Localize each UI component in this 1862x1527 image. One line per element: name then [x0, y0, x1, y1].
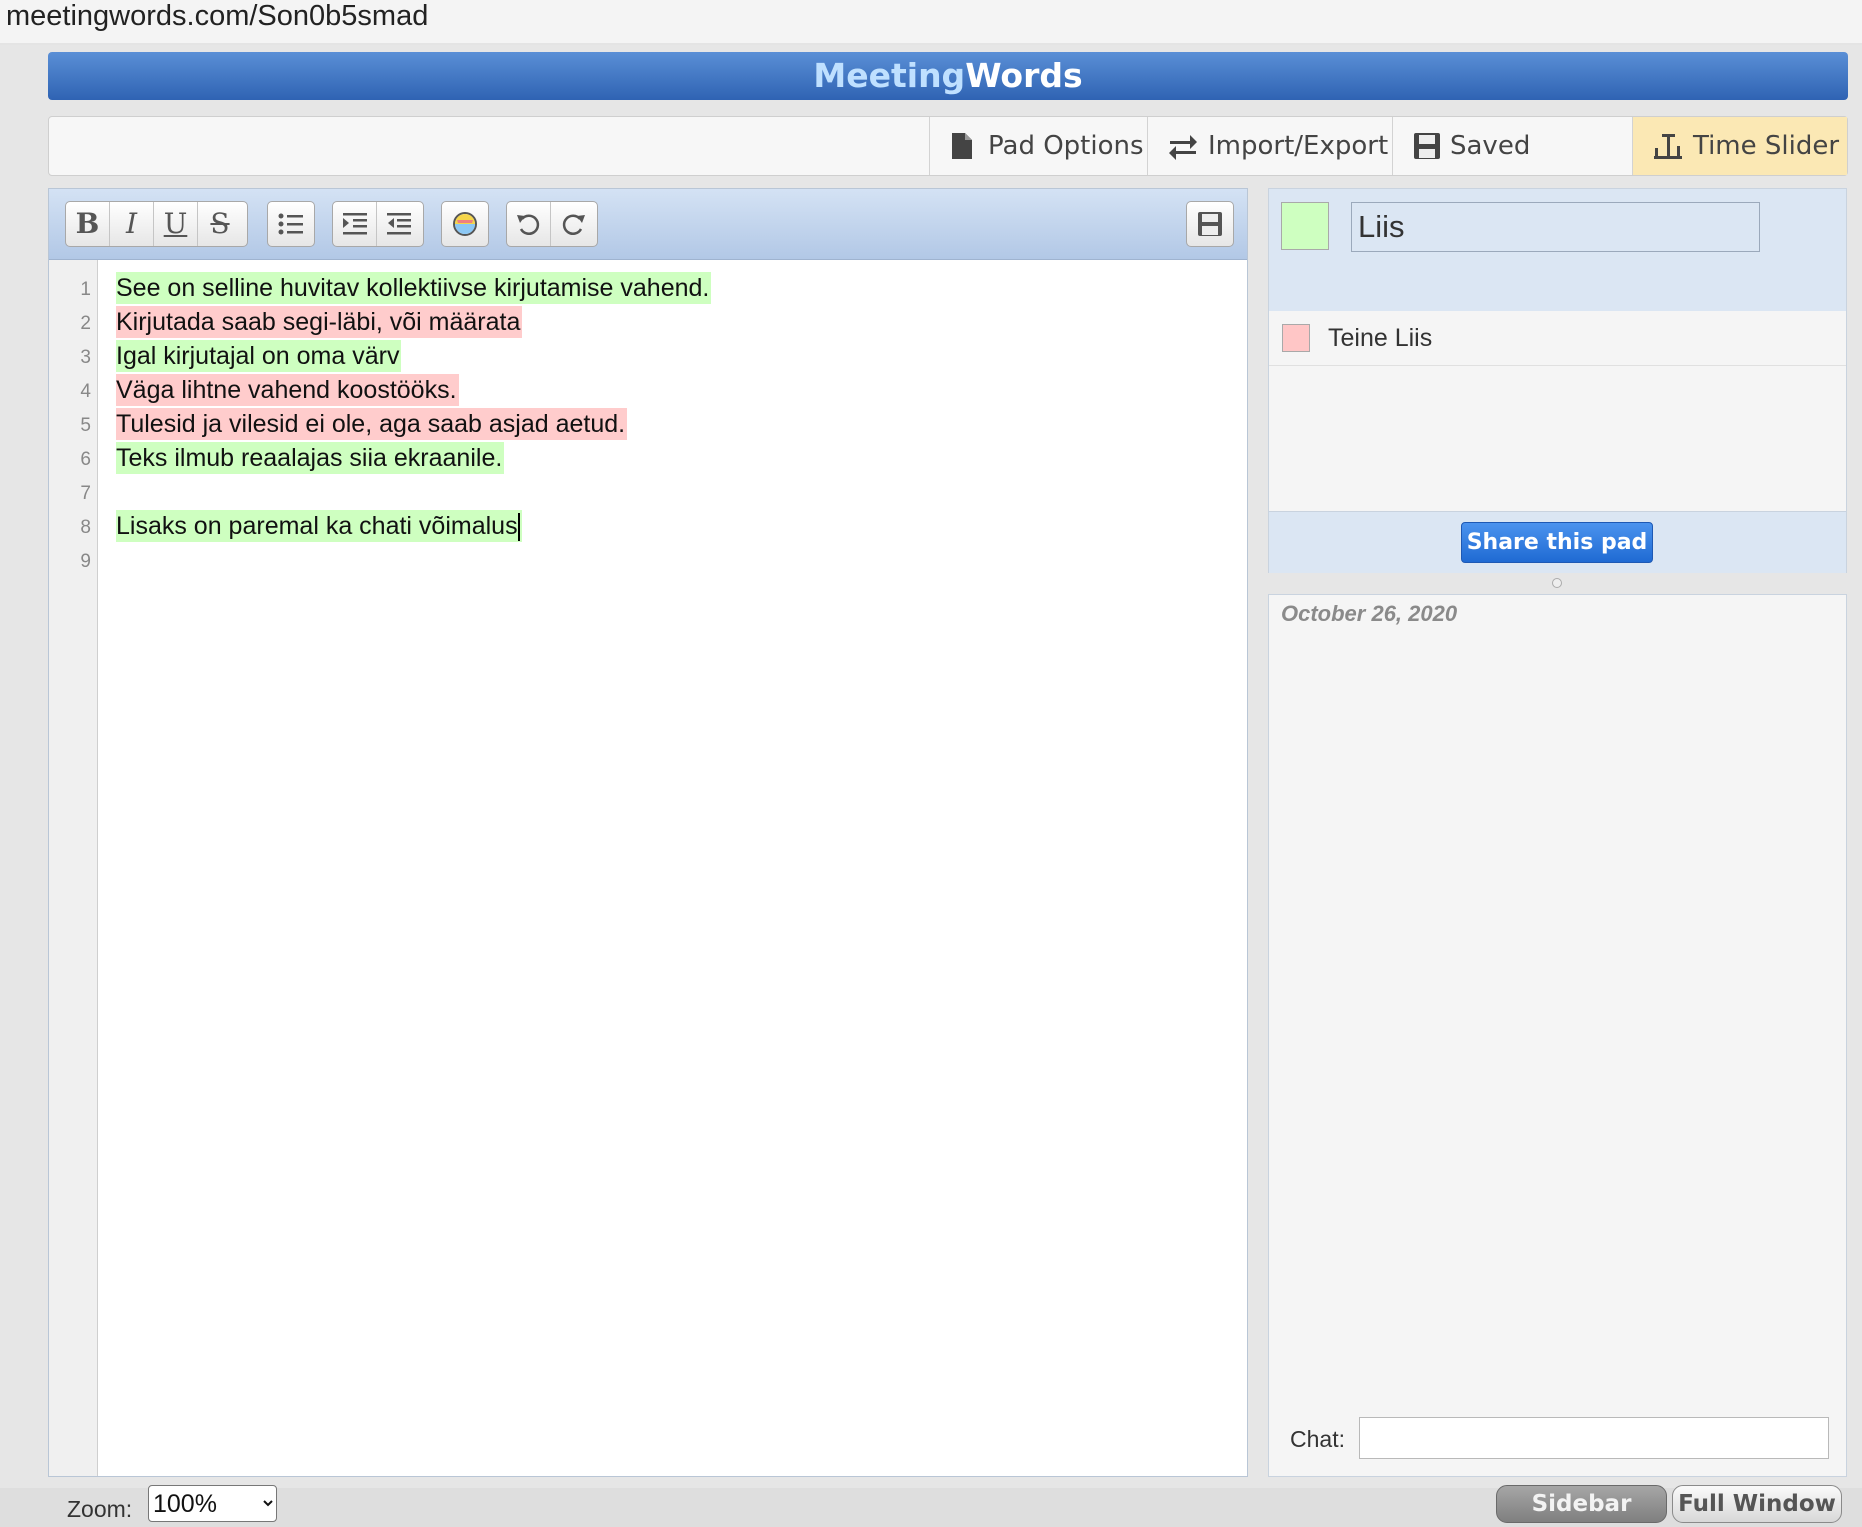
chat-input[interactable]: [1359, 1417, 1829, 1459]
save-button-group: [1186, 201, 1234, 247]
italic-icon: I: [125, 207, 138, 240]
share-area: Share this pad: [1269, 511, 1846, 573]
pad-line-text: See on selline huvitav kollektiivse kirj…: [116, 274, 710, 302]
zoom-select[interactable]: 100%: [148, 1485, 277, 1522]
save-icon: [1198, 212, 1222, 236]
pad-line-text: Teks ilmub reaalajas siia ekraanile.: [116, 444, 503, 472]
floppy-disk-icon: [1414, 133, 1440, 159]
editor-panel: B I U S 1 2 3 4 5 6 7 8 9 See on selline…: [48, 188, 1248, 1477]
user-list-item: Teine Liis: [1269, 311, 1846, 366]
editor-toolbar: B I U S: [49, 189, 1247, 260]
line-number: 8: [80, 517, 91, 538]
bold-icon: B: [75, 207, 100, 240]
pad-line[interactable]: See on selline huvitav kollektiivse kirj…: [116, 272, 712, 304]
my-user-row: [1269, 189, 1846, 311]
full-window-button[interactable]: Full Window: [1672, 1485, 1842, 1523]
my-color-swatch[interactable]: [1281, 202, 1329, 250]
url-text[interactable]: meetingwords.com/Son0b5smad: [6, 0, 428, 32]
author-colors-icon: [453, 212, 477, 236]
strikethrough-button[interactable]: S: [198, 202, 242, 246]
undo-button[interactable]: [507, 202, 551, 246]
line-number-gutter: 1 2 3 4 5 6 7 8 9: [49, 260, 98, 1476]
line-number: 2: [80, 313, 91, 334]
time-slider-button[interactable]: Time Slider: [1632, 117, 1847, 175]
page: MeetingWords Pad Options Import/Export S…: [0, 45, 1862, 1523]
pad-line[interactable]: Väga lihtne vahend koostööks.: [116, 374, 459, 406]
list-button-group: [267, 201, 315, 247]
line-number: 9: [80, 551, 91, 572]
indent-button[interactable]: [333, 202, 377, 246]
pad-line[interactable]: Teks ilmub reaalajas siia ekraanile.: [116, 442, 505, 474]
format-button-group: B I U S: [65, 201, 248, 247]
underline-button[interactable]: U: [154, 202, 198, 246]
indent-button-group: [332, 201, 424, 247]
pad-line[interactable]: Kirjutada saab segi-läbi, või määrata: [116, 306, 523, 338]
line-number: 6: [80, 449, 91, 470]
sidebar-toggle-button[interactable]: Sidebar: [1496, 1485, 1667, 1523]
swap-arrows-icon: [1169, 135, 1197, 160]
pad-line-text: Igal kirjutajal on oma värv: [116, 342, 400, 370]
text-caret: [517, 513, 520, 542]
pad-line-text: Lisaks on paremal ka chati võimalus: [116, 512, 518, 540]
bullet-list-icon: [278, 213, 303, 235]
bold-button[interactable]: B: [66, 202, 110, 246]
redo-icon: [562, 214, 585, 235]
chat-date-header: October 26, 2020: [1281, 601, 1458, 626]
saved-revisions-button[interactable]: Saved revisions: [1392, 117, 1632, 219]
history-button-group: [506, 201, 598, 247]
author-colors-button[interactable]: [443, 202, 487, 246]
zoom-label: Zoom:: [67, 1496, 133, 1522]
pad-line[interactable]: Lisaks on paremal ka chati võimalus: [116, 510, 522, 542]
save-revision-button[interactable]: [1188, 202, 1232, 246]
line-number: 1: [80, 279, 91, 300]
chat-panel: October 26, 2020 Chat:: [1268, 594, 1847, 1477]
time-slider-icon: [1654, 134, 1682, 159]
brand-header: MeetingWords: [48, 52, 1848, 100]
outdent-icon: [387, 213, 411, 235]
line-number: 4: [80, 381, 91, 402]
pad-line-text: Kirjutada saab segi-läbi, või määrata: [116, 308, 521, 336]
user-color-swatch: [1282, 324, 1310, 352]
brand-name-part1: Meeting: [813, 56, 966, 95]
time-slider-label: Time Slider: [1693, 131, 1840, 161]
outdent-button[interactable]: [377, 202, 421, 246]
share-pad-button[interactable]: Share this pad: [1461, 522, 1653, 563]
users-panel: Teine Liis Share this pad: [1268, 188, 1847, 573]
chat-label: Chat:: [1290, 1426, 1345, 1452]
line-number: 3: [80, 347, 91, 368]
pad-line-text: Tulesid ja vilesid ei ole, aga saab asja…: [116, 410, 626, 438]
underline-icon: U: [163, 207, 188, 240]
color-button-group: [441, 201, 489, 247]
line-number: 5: [80, 415, 91, 436]
import-export-label: Import/Export: [1208, 131, 1389, 161]
import-export-button[interactable]: Import/Export: [1147, 117, 1392, 175]
strikethrough-icon: S: [210, 207, 230, 240]
italic-button[interactable]: I: [110, 202, 154, 246]
pad-options-button[interactable]: Pad Options: [929, 117, 1147, 175]
line-number: 7: [80, 483, 91, 504]
username-input[interactable]: [1351, 202, 1760, 252]
document-icon: [952, 133, 972, 159]
pad-options-label: Pad Options: [988, 131, 1144, 161]
browser-address-bar[interactable]: meetingwords.com/Son0b5smad: [0, 0, 1862, 45]
indent-icon: [343, 213, 367, 235]
user-name: Teine Liis: [1328, 324, 1433, 352]
bullet-list-button[interactable]: [269, 202, 313, 246]
pad-line[interactable]: Igal kirjutajal on oma värv: [116, 340, 402, 372]
pad-line[interactable]: Tulesid ja vilesid ei ole, aga saab asja…: [116, 408, 628, 440]
redo-button[interactable]: [551, 202, 595, 246]
undo-icon: [517, 214, 540, 235]
brand-name-part2: Words: [965, 56, 1083, 95]
pad-line-text: Väga lihtne vahend koostööks.: [116, 376, 457, 404]
menu-bar: Pad Options Import/Export Saved revision…: [48, 116, 1848, 219]
panel-resize-handle[interactable]: [1552, 578, 1562, 588]
